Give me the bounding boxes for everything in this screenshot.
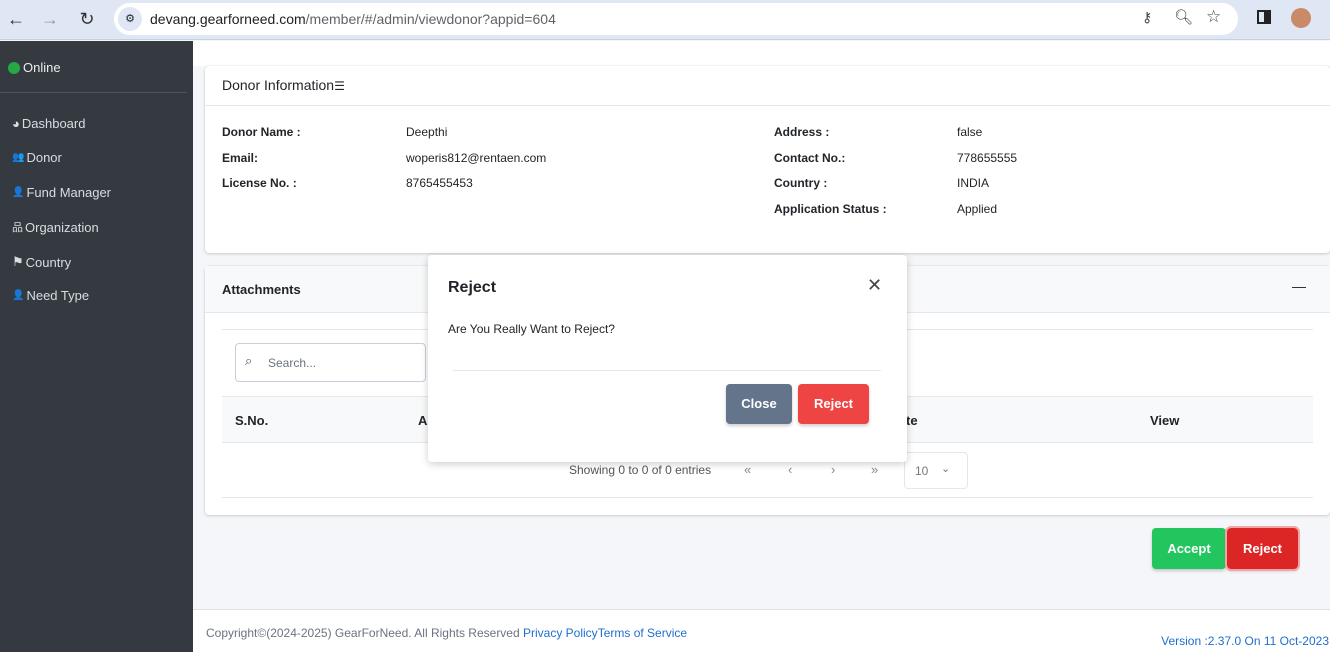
column-header-view[interactable]: View: [1150, 413, 1179, 428]
divider: [0, 92, 187, 93]
divider: [453, 370, 881, 371]
url-host: devang.gearforneed.com: [150, 11, 306, 27]
site-settings-icon[interactable]: ⚙: [118, 7, 142, 31]
sitemap-icon: 品: [12, 222, 23, 234]
browser-toolbar: ← → ↻ ⚙ devang.gearforneed.com/member/#/…: [0, 0, 1330, 40]
online-status: Online: [8, 60, 61, 75]
chevron-down-icon: ⌄: [941, 463, 951, 475]
page-size-select[interactable]: 10 ⌄: [904, 452, 968, 489]
modal-title: Reject: [448, 279, 497, 296]
sidebar-item-label: Need Type: [26, 288, 90, 303]
forward-icon[interactable]: →: [38, 8, 62, 30]
email-value: woperis812@rentaen.com: [406, 151, 547, 165]
address-label: Address :: [774, 125, 830, 139]
version-text: Version :2.37.0 On 11 Oct-2023: [1161, 634, 1329, 648]
sidebar-item-label: Fund Manager: [26, 185, 112, 200]
modal-reject-button[interactable]: Reject: [798, 384, 869, 424]
sidebar-item-fund-manager[interactable]: 👤 Fund Manager: [12, 185, 111, 200]
last-page-button[interactable]: »: [871, 462, 878, 477]
privacy-policy-link[interactable]: Privacy Policy: [523, 626, 598, 640]
license-value: 8765455453: [406, 176, 473, 190]
email-label: Email:: [222, 151, 259, 165]
sidebar-item-label: Donor: [26, 150, 62, 165]
terms-link[interactable]: Terms of Service: [598, 626, 687, 640]
first-page-button[interactable]: «: [744, 462, 751, 477]
search-placeholder: Search...: [268, 356, 317, 370]
donor-name-label: Donor Name :: [222, 125, 301, 139]
footer: Copyright©(2024-2025) GearForNeed. All R…: [193, 609, 1330, 652]
close-icon[interactable]: ✕: [867, 275, 882, 296]
card-title: Attachments: [222, 282, 301, 297]
search-icon: ⌕: [245, 353, 253, 368]
card-title: Donor Information☰: [222, 77, 345, 93]
reject-button[interactable]: Reject: [1225, 526, 1300, 571]
modal-close-button[interactable]: Close: [726, 384, 792, 424]
sidebar-item-need-type[interactable]: 👤 Need Type: [12, 288, 89, 303]
sidebar: Online ◕ Dashboard 👥 Donor 👤 Fund Manager 品…: [0, 41, 193, 652]
copyright-text: Copyright©(2024-2025) GearForNeed. All R…: [206, 626, 523, 640]
column-header-sno[interactable]: S.No.: [235, 413, 268, 428]
sidebar-item-label: Country: [25, 254, 72, 270]
flag-icon: ⚑: [12, 254, 24, 269]
sidebar-item-label: Organization: [25, 219, 99, 235]
sidebar-item-label: Dashboard: [21, 116, 86, 131]
users-icon: 👥: [12, 152, 25, 163]
next-page-button[interactable]: ›: [831, 462, 835, 477]
donor-name-value: Deepthi: [406, 125, 448, 139]
search-input[interactable]: ⌕ Search...: [235, 343, 426, 382]
sidebar-item-donor[interactable]: 👥 Donor: [12, 150, 62, 165]
top-navbar: [193, 41, 1330, 66]
user-tie-icon: 👤: [12, 187, 25, 198]
column-header[interactable]: A: [418, 413, 427, 428]
sidebar-item-country[interactable]: ⚑ Country: [12, 254, 71, 270]
table-info: Showing 0 to 0 of 0 entries: [569, 463, 712, 477]
star-icon[interactable]: ☆: [1206, 7, 1221, 27]
contact-label: Contact No.:: [774, 151, 846, 165]
collapse-icon[interactable]: —: [1292, 278, 1306, 294]
divider: [205, 105, 1330, 106]
address-bar[interactable]: ⚙ devang.gearforneed.com/member/#/admin/…: [114, 3, 1238, 35]
card-title-text: Donor Information: [222, 77, 335, 93]
sidebar-item-dashboard[interactable]: ◕ Dashboard: [12, 116, 85, 131]
copyright: Copyright©(2024-2025) GearForNeed. All R…: [206, 626, 687, 640]
zoom-icon[interactable]: 🔍︎: [1174, 8, 1193, 26]
reload-icon[interactable]: ↻: [75, 8, 99, 30]
prev-page-button[interactable]: ‹: [788, 462, 792, 477]
country-value: INDIA: [957, 176, 990, 190]
address-value: false: [957, 125, 983, 139]
avatar[interactable]: [1291, 8, 1311, 28]
status-value: Applied: [957, 202, 998, 216]
page-size-value: 10: [915, 464, 929, 478]
donor-info-card: Donor Information☰ Donor Name : Deepthi …: [205, 66, 1330, 253]
back-icon[interactable]: ←: [4, 8, 28, 30]
key-icon[interactable]: ⚷: [1142, 9, 1152, 26]
list-indent-icon[interactable]: ☰: [334, 79, 345, 93]
reject-modal: Reject ✕ Are You Really Want to Reject? …: [428, 255, 907, 462]
license-label: License No. :: [222, 176, 297, 190]
accept-button[interactable]: Accept: [1152, 528, 1226, 569]
divider: [222, 497, 1313, 498]
modal-message: Are You Really Want to Reject?: [448, 322, 615, 336]
status-label: Application Status :: [774, 202, 887, 216]
url-path: /member/#/admin/viewdonor?appid=604: [305, 11, 556, 27]
status-label: Online: [23, 60, 61, 75]
sidepanel-icon[interactable]: [1257, 10, 1271, 24]
status-dot-icon: [8, 61, 20, 74]
pie-chart-icon: ◕: [12, 116, 20, 131]
user-hand-icon: 👤: [12, 290, 25, 301]
contact-value: 778655555: [957, 151, 1018, 165]
sidebar-item-organization[interactable]: 品 Organization: [12, 219, 99, 235]
country-label: Country :: [774, 176, 828, 190]
column-header-date[interactable]: te: [906, 413, 918, 428]
